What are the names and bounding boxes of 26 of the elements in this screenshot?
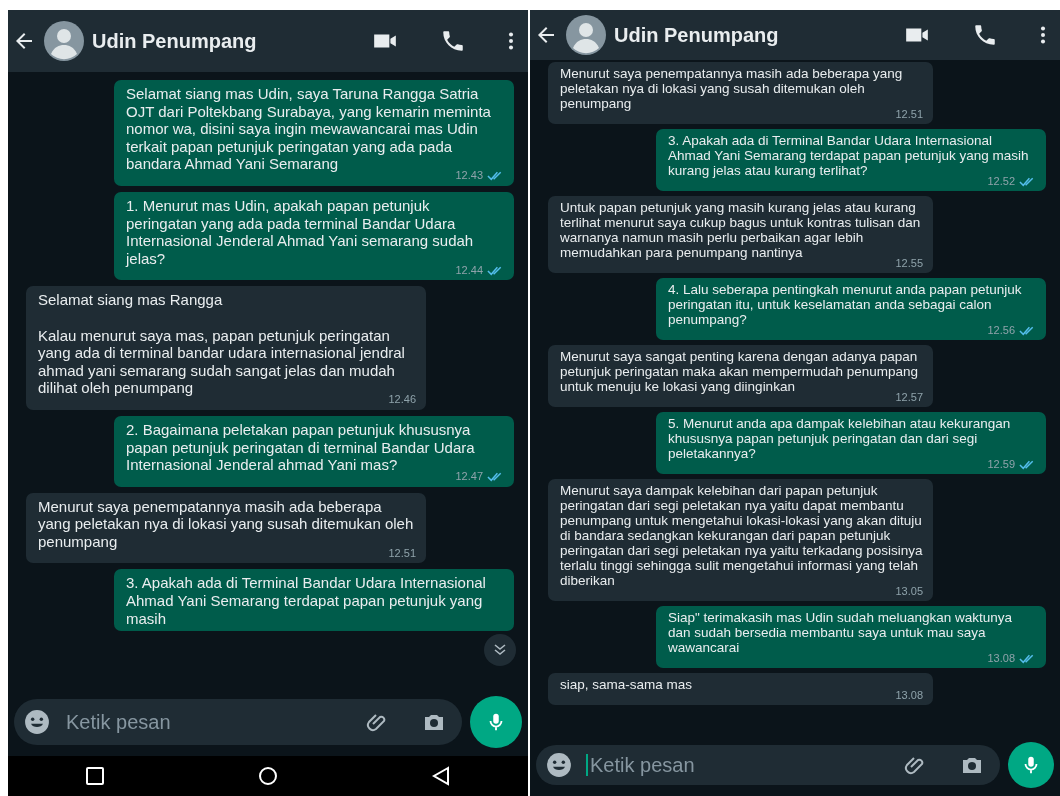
contact-name[interactable]: Udin Penumpang (614, 23, 896, 47)
message-time: 13.08 (895, 687, 923, 703)
emoji-icon[interactable] (546, 752, 572, 778)
message-input[interactable]: Ketik pesan (588, 752, 872, 778)
menu-icon[interactable] (1040, 24, 1046, 46)
avatar-icon[interactable] (566, 15, 606, 55)
avatar-icon[interactable] (44, 21, 84, 61)
emoji-icon[interactable] (24, 709, 50, 735)
message-time: 12.47 (455, 468, 483, 484)
scroll-down-button[interactable] (484, 634, 516, 666)
microphone-button[interactable] (470, 696, 522, 748)
phone-icon[interactable] (972, 22, 998, 48)
home-icon[interactable] (256, 764, 280, 788)
message-text: siap, sama-sama mas (560, 677, 694, 692)
phone-icon[interactable] (440, 28, 466, 54)
contact-name[interactable]: Udin Penumpang (92, 29, 364, 53)
message-time: 12.43 (455, 168, 483, 184)
double-chevron-icon (492, 642, 508, 658)
menu-icon[interactable] (508, 30, 514, 52)
message-input-field[interactable]: Ketik pesan (536, 745, 1000, 785)
message-time: 12.46 (388, 392, 416, 408)
microphone-button[interactable] (1008, 742, 1054, 788)
message-input[interactable]: Ketik pesan (64, 709, 334, 735)
message-input-field[interactable]: Ketik pesan (14, 699, 462, 745)
text-cursor (586, 754, 588, 776)
message-text: 3. Apakah ada di Terminal Bandar Udara Internasional Ahmad Yani Semarang terdapat papan petunjuk yang masih (126, 574, 487, 628)
